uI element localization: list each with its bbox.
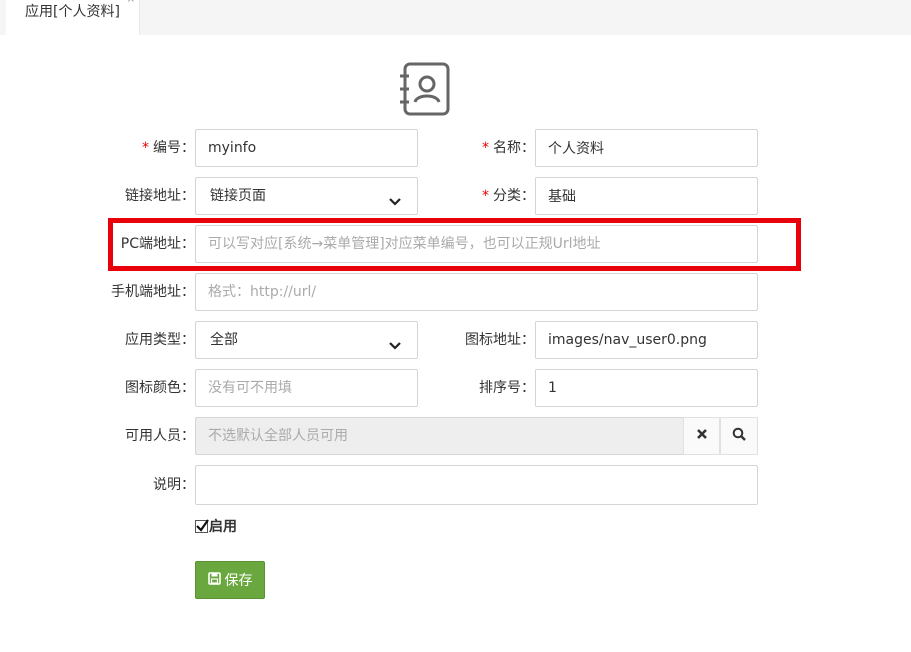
- enabled-checkbox-row[interactable]: 启用: [195, 516, 237, 536]
- users-label: 可用人员：: [125, 428, 195, 444]
- save-button[interactable]: 保存: [195, 561, 265, 599]
- icon-url-label: 图标地址：: [465, 332, 535, 348]
- description-textarea[interactable]: [195, 465, 758, 505]
- search-users-button[interactable]: [720, 417, 758, 455]
- chevron-down-icon: [387, 332, 403, 350]
- search-icon: [732, 427, 746, 445]
- sort-no-input[interactable]: [535, 369, 758, 407]
- enabled-checkbox[interactable]: [195, 518, 209, 533]
- name-label: * 名称：: [482, 140, 535, 156]
- category-label: * 分类：: [482, 188, 535, 204]
- name-input[interactable]: [535, 129, 758, 167]
- mobile-url-input[interactable]: [195, 273, 758, 311]
- enabled-label: 启用: [209, 519, 237, 535]
- link-select-value: 链接页面: [210, 188, 266, 204]
- mobile-url-label: 手机端地址：: [111, 284, 195, 300]
- sort-no-label: 排序号：: [479, 380, 535, 396]
- close-icon: [696, 428, 708, 444]
- required-mark: *: [482, 140, 489, 156]
- save-label: 保存: [224, 573, 253, 589]
- description-label: 说明：: [153, 477, 195, 493]
- app-type-select-value: 全部: [210, 332, 238, 348]
- code-input[interactable]: [195, 129, 418, 167]
- app-type-label: 应用类型：: [125, 332, 195, 348]
- clear-users-button[interactable]: [683, 417, 720, 455]
- tab-app-profile[interactable]: 应用[个人资料] ×: [6, 0, 140, 35]
- icon-url-input[interactable]: [535, 321, 758, 359]
- icon-color-input[interactable]: [195, 369, 418, 407]
- tab-close-icon[interactable]: ×: [127, 0, 135, 6]
- users-input[interactable]: [195, 417, 684, 455]
- required-mark: *: [482, 188, 489, 204]
- highlight-box: [108, 218, 801, 271]
- save-icon: [207, 571, 225, 589]
- app-type-select[interactable]: 全部: [195, 321, 418, 359]
- code-label: * 编号：: [142, 140, 195, 156]
- chevron-down-icon: [387, 188, 403, 206]
- link-label: 链接地址：: [125, 188, 195, 204]
- tab-bar: 应用[个人资料] ×: [0, 0, 911, 35]
- contact-card-icon: [398, 60, 452, 118]
- link-select[interactable]: 链接页面: [195, 177, 418, 215]
- category-input[interactable]: [535, 177, 758, 215]
- icon-color-label: 图标颜色：: [125, 380, 195, 396]
- required-mark: *: [142, 140, 149, 156]
- tab-title: 应用[个人资料]: [25, 4, 120, 20]
